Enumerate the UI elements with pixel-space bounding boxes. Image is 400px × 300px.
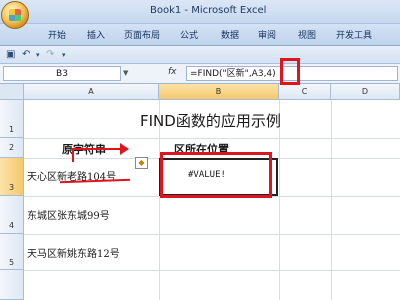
redo-icon[interactable]: ↷ [46,49,54,60]
column-header-d[interactable]: D [331,84,400,100]
window-title: Book1 - Microsoft Excel [150,5,267,16]
tab-view[interactable]: 视图 [298,28,316,41]
cell-a5[interactable]: 天马区新姚东路12号 [27,245,120,260]
formula-bar: B3 ▼ fx =FIND("区新",A3,4) [0,64,400,84]
annotation-arrow-shaft [72,148,124,150]
column-header-c[interactable]: C [279,84,331,100]
error-smart-tag-icon[interactable]: ◆ [135,157,148,169]
annotation-arrowhead-icon [120,143,129,155]
save-icon[interactable]: ▣ [6,49,15,60]
tab-formulas[interactable]: 公式 [180,28,198,41]
annotation-box-result [160,152,272,198]
row-header-2[interactable]: 2 [0,138,24,158]
row-header-5[interactable]: 5 [0,234,24,270]
row-header-4[interactable]: 4 [0,196,24,234]
ribbon-tabs: 开始 插入 页面布局 公式 数据 审阅 视图 开发工具 [0,24,400,46]
row-header-6[interactable] [0,270,24,300]
quick-access-toolbar: ▣ ↶ ▾ ↷ ▾ [0,46,400,64]
office-button[interactable] [1,1,29,29]
sheet-title: FIND函数的应用示例 [140,112,281,130]
tab-data[interactable]: 数据 [221,28,239,41]
cell-a4[interactable]: 东城区张东城99号 [27,207,110,222]
customize-qat-icon[interactable]: ▾ [62,51,66,59]
column-header-a[interactable]: A [24,84,159,100]
gridline [24,270,400,271]
select-all-corner[interactable] [0,84,24,100]
name-box-dropdown-icon[interactable]: ▼ [123,69,128,77]
column-header-b[interactable]: B [159,84,279,100]
annotation-box-start-num [280,58,300,85]
row-header-1[interactable]: 1 [0,100,24,138]
tab-developer[interactable]: 开发工具 [336,28,372,41]
gridline [24,138,400,139]
insert-function-button[interactable]: fx [168,67,177,77]
row-header-3[interactable]: 3 [0,158,24,196]
tab-page-layout[interactable]: 页面布局 [124,28,160,41]
undo-icon[interactable]: ↶ [22,49,30,60]
gridline [24,234,400,235]
annotation-arrow-stem [72,148,74,162]
tab-review[interactable]: 审阅 [258,28,276,41]
tab-insert[interactable]: 插入 [87,28,105,41]
undo-dropdown-icon[interactable]: ▾ [36,51,40,59]
name-box[interactable]: B3 [3,66,121,81]
tab-home[interactable]: 开始 [48,28,66,41]
title-bar: Book1 - Microsoft Excel [0,0,400,24]
